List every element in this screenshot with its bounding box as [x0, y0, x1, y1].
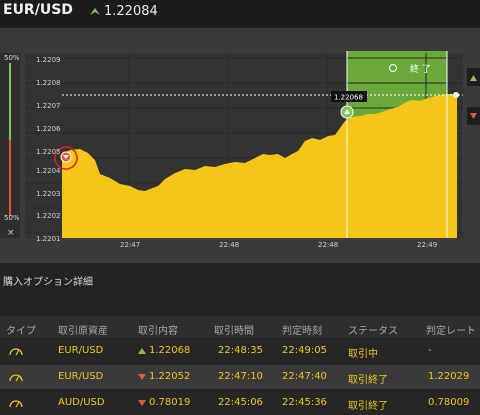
col-content: 取引内容	[138, 326, 178, 337]
currency-pair-title: EUR/USD	[3, 2, 73, 18]
chart-panel: 50% 50% × 1.22068 終 了 1.2209 1.2208 1.22…	[0, 28, 480, 263]
y-tick-label: 1.2208	[36, 79, 61, 87]
gauge-icon	[9, 348, 23, 356]
row-judge-time: 22:47:40	[282, 371, 327, 382]
row-result: -	[428, 345, 432, 356]
table-header: タイプ 取引原資産 取引内容 取引時間 判定時刻 ステータス 判定レート	[0, 316, 480, 338]
x-tick-label: 22:48	[318, 241, 338, 249]
scale-bottom-percent: 50%	[4, 214, 20, 222]
col-status: ステータス	[348, 326, 398, 337]
y-tick-label: 1.2201	[36, 235, 61, 243]
col-judge-time: 判定時刻	[282, 326, 322, 337]
scale-close-icon[interactable]: ×	[7, 228, 15, 238]
col-type: タイプ	[6, 326, 36, 337]
row-asset: EUR/USD	[58, 371, 104, 382]
row-status: 取引終了	[348, 401, 388, 412]
current-price-tag: 1.22068	[334, 94, 363, 102]
row-rate: 1.22052	[149, 371, 191, 382]
svg-text:終 了: 終 了	[410, 63, 431, 75]
table-row[interactable]: EUR/USD 1.22052 22:47:10 22:47:40 取引終了 1…	[0, 365, 480, 389]
row-rate: 1.22068	[149, 345, 191, 356]
row-judge-time: 22:45:36	[282, 397, 327, 408]
col-time: 取引時間	[214, 326, 254, 337]
row-status: 取引終了	[348, 375, 388, 386]
up-arrow-icon	[138, 348, 146, 354]
row-judge-time: 22:49:05	[282, 345, 327, 356]
up-arrow-icon	[90, 8, 100, 15]
row-time: 22:45:06	[218, 397, 263, 408]
y-tick-label: 1.2206	[36, 125, 61, 133]
y-tick-label: 1.2205	[36, 148, 61, 156]
x-tick-label: 22:49	[417, 241, 437, 249]
y-tick-label: 1.2204	[36, 167, 61, 175]
row-result: 0.78009	[428, 397, 470, 408]
scale-top-percent: 50%	[4, 54, 20, 62]
row-asset: AUD/USD	[58, 397, 105, 408]
col-judge-rate: 判定レート	[426, 326, 476, 337]
x-tick-label: 22:47	[120, 241, 140, 249]
col-asset: 取引原資産	[58, 326, 108, 337]
gauge-icon	[9, 374, 23, 382]
y-tick-label: 1.2207	[36, 102, 61, 110]
table-row[interactable]: EUR/USD 1.22068 22:48:35 22:49:05 取引中 -	[0, 339, 480, 363]
price-chart: 50% 50% × 1.22068 終 了 1.2209 1.2208 1.22…	[0, 51, 480, 249]
gauge-icon	[9, 400, 23, 408]
y-tick-label: 1.2209	[36, 56, 61, 64]
row-rate: 0.78019	[149, 397, 191, 408]
x-tick-label: 22:48	[219, 241, 239, 249]
current-price: 1.22084	[104, 4, 158, 19]
down-arrow-icon	[138, 374, 146, 380]
row-result: 1.22029	[428, 371, 470, 382]
y-tick-label: 1.2203	[36, 190, 61, 198]
option-details-title: 購入オプション詳細	[3, 277, 93, 288]
row-status: 取引中	[348, 349, 378, 360]
row-asset: EUR/USD	[58, 345, 104, 356]
row-time: 22:47:10	[218, 371, 263, 382]
table-row[interactable]: AUD/USD 0.78019 22:45:06 22:45:36 取引終了 0…	[0, 391, 480, 415]
row-time: 22:48:35	[218, 345, 263, 356]
down-arrow-icon	[138, 400, 146, 406]
y-tick-label: 1.2202	[36, 212, 61, 220]
